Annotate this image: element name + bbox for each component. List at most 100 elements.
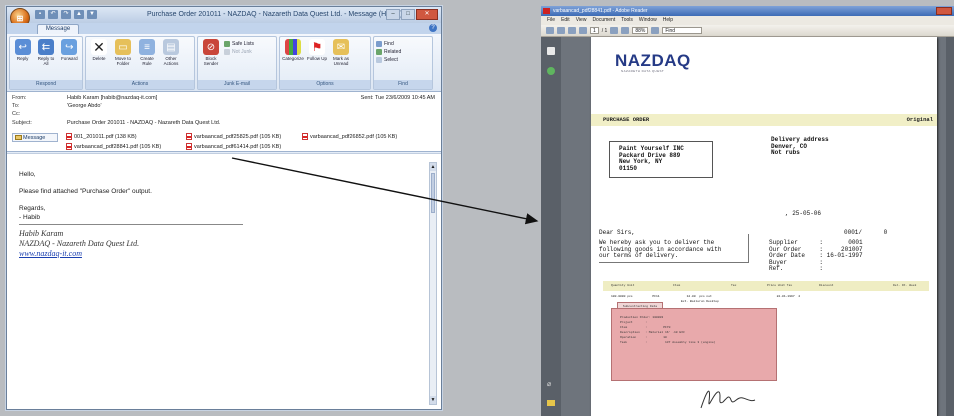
outlook-message-window: ⊞ ▪ ↶ ↷ ▲ ▼ Purchase Order 201011 - NAZD…: [6, 6, 442, 410]
menu-edit[interactable]: Edit: [561, 16, 570, 25]
pages-icon[interactable]: [547, 47, 555, 55]
reader-scrollbar[interactable]: [946, 37, 954, 416]
undo-icon[interactable]: ↶: [48, 10, 58, 19]
po-original: Original: [906, 116, 933, 123]
col-discount: Discount: [819, 284, 834, 287]
group-label: Find: [374, 80, 432, 89]
menu-document[interactable]: Document: [592, 16, 615, 25]
ribbon-tabs: Message ?: [7, 23, 441, 34]
col-price: Price Unit Tax: [767, 284, 793, 287]
tab-message[interactable]: Message: [37, 24, 79, 34]
purchase-order-band: PURCHASE ORDER Original: [591, 114, 937, 126]
down-icon[interactable]: ▼: [87, 10, 97, 19]
scroll-down-icon[interactable]: ▼: [430, 396, 436, 404]
menu-help[interactable]: Help: [663, 16, 673, 25]
dear-sirs: Dear Sirs,: [599, 229, 636, 236]
scroll-up-icon[interactable]: ▲: [430, 163, 436, 171]
attachments-paperclip-icon[interactable]: ⌀: [547, 380, 555, 388]
signature-name: Habib Karam: [19, 229, 64, 238]
envelope-icon: [15, 135, 22, 140]
group-label: Respond: [10, 80, 82, 89]
to-value[interactable]: 'George Abdo': [67, 103, 102, 109]
supplier-address: Paint Yourself INC Packard Drive 889 New…: [619, 145, 684, 172]
group-junk: ⊘ Block Sender Safe Lists Not Junk Junk E…: [197, 36, 277, 90]
menu-tools[interactable]: Tools: [621, 16, 633, 25]
adobe-logo-icon: [543, 8, 550, 14]
col-tax: Tax: [731, 284, 737, 287]
categorize-icon: [285, 39, 301, 55]
close-button[interactable]: ✕: [416, 9, 438, 20]
help-icon[interactable]: ?: [429, 24, 437, 32]
print-icon[interactable]: [546, 27, 554, 34]
handwritten-signature: [700, 390, 756, 409]
body-line: Please find attached "Purchase Order" ou…: [19, 188, 152, 195]
group-find: Find Related Select Find: [373, 36, 433, 90]
order-date-line: , 25-05-06: [785, 210, 822, 217]
from-row: From: Habib Karam [habib@nazdaq-it.com]: [12, 95, 158, 101]
not-junk-button[interactable]: Not Junk: [224, 49, 254, 55]
signature-link[interactable]: www.nazdaq-it.com: [19, 249, 243, 258]
body-scrollbar[interactable]: ▲ ▼: [429, 162, 437, 405]
group-label: Actions: [86, 80, 194, 89]
pdf-icon: [66, 143, 72, 150]
maximize-button[interactable]: □: [401, 9, 415, 20]
delete-icon: ✕: [91, 39, 107, 55]
page-number-input[interactable]: 1: [590, 27, 599, 34]
subject-value: Purchase Order 201011 - NAZDAQ - Nazaret…: [67, 120, 221, 126]
order-line-row: 100.0000 pcs PF11 12.00 pcs net 22-01-19…: [611, 295, 801, 298]
attachment-item[interactable]: varbaancad_pdf61414.pdf (105 KB): [186, 143, 281, 150]
next-page-icon[interactable]: [579, 27, 587, 34]
zoom-select[interactable]: 88%: [632, 27, 649, 34]
not-junk-icon: [224, 49, 230, 55]
attachment-item[interactable]: 001_201011.pdf (138 KB): [66, 133, 137, 140]
find-box[interactable]: Find: [662, 27, 703, 34]
col-quantity: Quantity Unit: [611, 284, 635, 287]
order-fields: Supplier : 0001 Our Order : 201007 Order…: [769, 239, 863, 272]
pdf-icon: [302, 133, 308, 140]
pdf-page: NAZDAQ NAZARETH DATA QUEST PURCHASE ORDE…: [591, 37, 937, 416]
menu-file[interactable]: File: [547, 16, 555, 25]
page-total: / 1: [601, 27, 608, 34]
related-button[interactable]: Related: [376, 49, 401, 55]
safe-lists-button[interactable]: Safe Lists: [224, 41, 254, 47]
redo-icon[interactable]: ↷: [61, 10, 71, 19]
forward-icon: ↪: [61, 39, 78, 55]
zoom-out-icon[interactable]: [610, 27, 619, 34]
flag-icon: ⚑: [309, 39, 325, 55]
order-line-desc: Ext. Boilerun Desktop: [681, 300, 719, 303]
attachment-item[interactable]: varbaancad_pdf25825.pdf (105 KB): [186, 133, 281, 140]
email-icon[interactable]: [557, 27, 565, 34]
menu-view[interactable]: View: [576, 16, 587, 25]
zoom-in-icon[interactable]: [621, 27, 630, 34]
message-button[interactable]: Message: [12, 133, 58, 142]
bookmarks-icon[interactable]: [547, 67, 555, 75]
safe-lists-icon: [224, 41, 230, 47]
pdf-reader-window: varbaancad_pdf28841.pdf - Adobe Reader F…: [541, 6, 954, 416]
attachment-item[interactable]: varbaancad_pdf28841.pdf (105 KB): [66, 143, 161, 150]
reader-toolbar: 1 / 1 88% Find: [541, 25, 954, 37]
group-label: Options: [280, 80, 370, 89]
prev-page-icon[interactable]: [568, 27, 576, 34]
select-button[interactable]: Select: [376, 57, 401, 63]
minimize-button[interactable]: –: [386, 9, 400, 20]
other-actions-icon: ▤: [163, 39, 179, 55]
po-title: PURCHASE ORDER: [603, 116, 650, 123]
attachment-bar: Message 001_201011.pdf (138 KB) varbaanc…: [12, 133, 437, 151]
from-value[interactable]: Habib Karam [habib@nazdaq-it.com]: [67, 95, 157, 101]
message-body[interactable]: Hello, Please find attached "Purchase Or…: [7, 153, 441, 409]
fit-page-icon[interactable]: [651, 27, 660, 34]
subject-row: Subject: Purchase Order 201011 - NAZDAQ -…: [12, 120, 221, 126]
up-icon[interactable]: ▲: [74, 10, 84, 19]
save-icon[interactable]: ▪: [35, 10, 45, 19]
pdf-icon: [66, 133, 72, 140]
group-options: Categorize ⚑ Follow Up ✉ Mark as Unread Op…: [279, 36, 371, 90]
group-respond: ↩ Reply ⇇ Reply to All ↪ Forward Respond: [9, 36, 83, 90]
pdf-icon: [186, 133, 192, 140]
comments-icon[interactable]: [547, 400, 555, 406]
reader-close-button[interactable]: [936, 7, 952, 15]
scroll-thumb[interactable]: [431, 173, 435, 213]
find-button[interactable]: Find: [376, 41, 401, 47]
attachment-item[interactable]: varbaancad_pdf26852.pdf (105 KB): [302, 133, 397, 140]
menu-window[interactable]: Window: [639, 16, 657, 25]
to-row: To: 'George Abdo': [12, 103, 102, 109]
